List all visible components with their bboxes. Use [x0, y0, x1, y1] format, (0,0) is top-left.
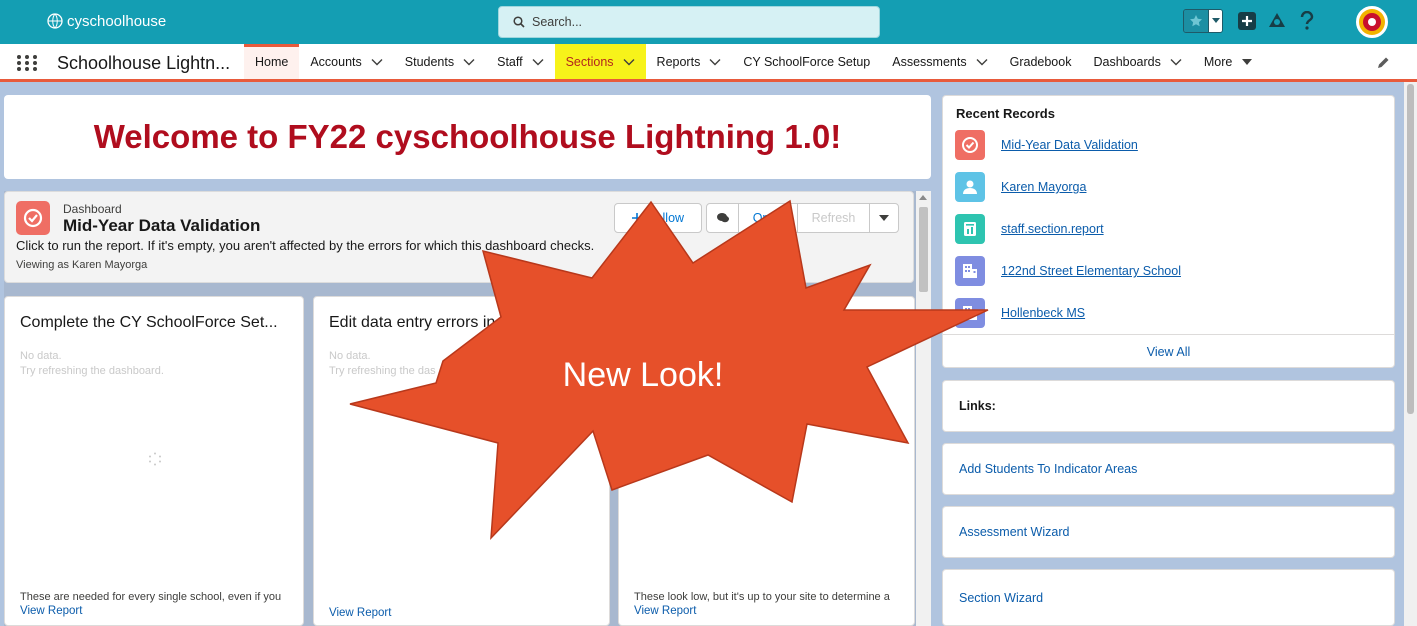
recent-record-link[interactable]: staff.section.report	[1001, 222, 1104, 236]
dashboard-kicker: Dashboard	[63, 202, 122, 216]
tab-assessments[interactable]: Assessments	[881, 44, 998, 79]
chevron-down-icon	[1211, 18, 1220, 23]
welcome-banner: Welcome to FY22 cyschoolhouse Lightning …	[4, 95, 931, 179]
chevron-down-icon[interactable]	[532, 58, 544, 66]
page-scrollbar[interactable]	[1404, 82, 1417, 626]
global-header: cyschoolhouse	[0, 0, 1417, 44]
plus-icon	[1238, 12, 1256, 30]
tab-label: Staff	[497, 54, 523, 69]
tab-label: Home	[255, 54, 289, 69]
tab-label: Gradebook	[1009, 54, 1072, 69]
chevron-down-icon[interactable]	[371, 58, 383, 66]
card-footer: These are needed for every single school…	[20, 591, 282, 603]
tab-more[interactable]: More	[1193, 44, 1264, 79]
chevron-down-icon[interactable]	[623, 58, 635, 66]
search-input[interactable]	[532, 15, 832, 29]
tab-staff[interactable]: Staff	[486, 44, 554, 79]
tab-dashboards[interactable]: Dashboards	[1082, 44, 1192, 79]
tab-gradebook[interactable]: Gradebook	[999, 44, 1083, 79]
tab-label: Sections	[565, 54, 614, 69]
loading-spinner-icon	[149, 452, 161, 466]
app-launcher-icon[interactable]	[17, 55, 37, 71]
view-report-link[interactable]: View Report	[634, 605, 696, 617]
recent-record-link[interactable]: 122nd Street Elementary School	[1001, 264, 1181, 278]
link-label[interactable]: Section Wizard	[959, 591, 1043, 605]
search-icon	[513, 16, 525, 28]
view-report-link[interactable]: View Report	[20, 605, 82, 617]
view-report-link[interactable]: View Report	[329, 607, 391, 619]
tab-home[interactable]: Home	[244, 44, 300, 79]
avatar-logo-icon	[1359, 9, 1385, 35]
tab-label: Assessments	[892, 54, 967, 69]
tab-label: Dashboards	[1093, 54, 1161, 69]
nav-tabs: Home Accounts Students Staff Sections Reports…	[244, 44, 1264, 79]
tab-label: More	[1203, 54, 1233, 69]
tab-reports[interactable]: Reports	[646, 44, 733, 79]
card-title: Complete the CY SchoolForce Set...	[20, 314, 278, 331]
no-data-hint: Try refreshing the dashboard.	[20, 365, 164, 377]
recent-records-title: Recent Records	[956, 106, 1055, 121]
tab-label: Students	[404, 54, 455, 69]
global-actions-button[interactable]	[1235, 9, 1259, 33]
tab-accounts[interactable]: Accounts	[299, 44, 393, 79]
app-nav-bar: Schoolhouse Lightn... Home Accounts Studen…	[0, 44, 1417, 82]
header-icons	[1183, 9, 1319, 33]
recent-record-link[interactable]: Karen Mayorga	[1001, 180, 1086, 194]
links-heading-panel: Links:	[942, 380, 1395, 432]
tab-label: Accounts	[310, 54, 362, 69]
global-search[interactable]	[498, 6, 880, 38]
star-icon	[1190, 15, 1202, 27]
chevron-down-icon[interactable]	[1170, 58, 1182, 66]
tab-cy-schoolforce-setup[interactable]: CY SchoolForce Setup	[732, 44, 881, 79]
trailhead-icon	[1269, 13, 1285, 27]
chevron-down-icon[interactable]	[976, 58, 988, 66]
view-all-link[interactable]: View All	[943, 334, 1394, 368]
no-data-text: No data.	[20, 350, 62, 362]
brand-logo[interactable]: cyschoolhouse	[46, 12, 166, 30]
user-avatar[interactable]	[1356, 6, 1388, 38]
brand-name: cyschoolhouse	[67, 12, 167, 30]
favorites-button[interactable]	[1183, 9, 1223, 33]
recent-record-item[interactable]: Mid-Year Data Validation	[955, 130, 1138, 160]
recent-record-link[interactable]: Mid-Year Data Validation	[1001, 138, 1138, 152]
tab-students[interactable]: Students	[394, 44, 486, 79]
callout-text: New Look!	[563, 356, 724, 394]
recent-record-link[interactable]: Hollenbeck MS	[1001, 306, 1085, 320]
tab-sections[interactable]: Sections	[554, 44, 646, 79]
app-name: Schoolhouse Lightn...	[57, 53, 231, 73]
trailhead-button[interactable]	[1265, 9, 1289, 33]
card-footer: These look low, but it's up to your site…	[634, 591, 890, 603]
viewing-as: Viewing as Karen Mayorga	[16, 259, 148, 271]
edit-nav-button[interactable]	[1376, 56, 1390, 75]
welcome-heading: Welcome to FY22 cyschoolhouse Lightning …	[93, 118, 842, 155]
tab-label: Reports	[656, 54, 701, 69]
chevron-down-icon[interactable]	[709, 58, 721, 66]
pencil-icon	[1378, 57, 1389, 68]
page-scroll-thumb[interactable]	[1407, 84, 1414, 414]
link-section-wizard[interactable]: Section Wizard	[942, 569, 1395, 626]
link-assessment-wizard[interactable]: Assessment Wizard	[942, 506, 1395, 558]
sidebar: Recent Records Mid-Year Data Validation K…	[942, 95, 1395, 626]
dashboard-icon	[16, 201, 50, 235]
card-no-data: No data. Try refreshing the dashboard.	[20, 349, 164, 379]
tab-label: CY SchoolForce Setup	[743, 54, 871, 69]
chevron-down-icon[interactable]	[1241, 58, 1253, 66]
recent-records-panel: Recent Records Mid-Year Data Validation K…	[942, 95, 1395, 368]
help-icon	[1300, 11, 1314, 30]
dashboard-title: Mid-Year Data Validation	[63, 216, 261, 235]
dashboard-icon	[955, 130, 985, 160]
new-look-starburst: New Look!	[349, 199, 989, 541]
help-button[interactable]	[1295, 9, 1319, 33]
chevron-down-icon[interactable]	[463, 58, 475, 66]
brand-icon	[47, 13, 63, 29]
dashboard-component-card: Complete the CY SchoolForce Set... No da…	[4, 296, 304, 626]
link-add-students[interactable]: Add Students To Indicator Areas	[942, 443, 1395, 495]
